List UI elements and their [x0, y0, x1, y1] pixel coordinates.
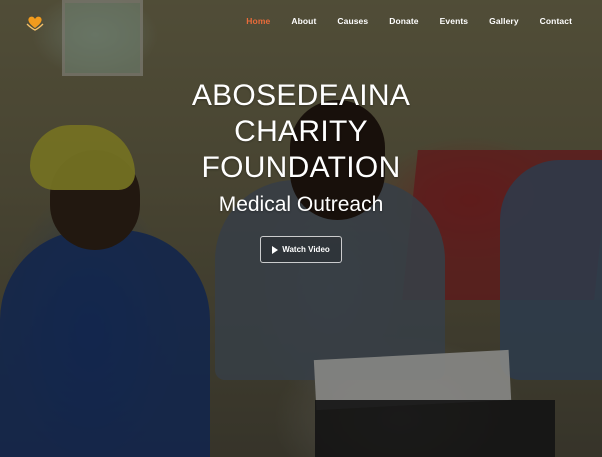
watch-video-label: Watch Video	[282, 245, 330, 254]
hero-content: ABOSEDEAINA CHARITY FOUNDATION Medical O…	[0, 78, 602, 263]
hero-title: ABOSEDEAINA CHARITY FOUNDATION	[191, 79, 411, 184]
nav-contact[interactable]: Contact	[540, 16, 572, 26]
main-nav: Home About Causes Donate Events Gallery …	[225, 16, 572, 26]
hero-subtitle: Medical Outreach	[218, 193, 384, 216]
heart-hands-logo-icon	[26, 16, 44, 31]
watch-video-button[interactable]: Watch Video	[260, 236, 342, 263]
nav-events[interactable]: Events	[440, 16, 468, 26]
logo[interactable]	[24, 11, 46, 33]
nav-home[interactable]: Home	[246, 16, 270, 26]
nav-about[interactable]: About	[291, 16, 316, 26]
nav-donate[interactable]: Donate	[389, 16, 418, 26]
nav-causes[interactable]: Causes	[337, 16, 368, 26]
nav-gallery[interactable]: Gallery	[489, 16, 519, 26]
play-icon	[272, 245, 279, 254]
